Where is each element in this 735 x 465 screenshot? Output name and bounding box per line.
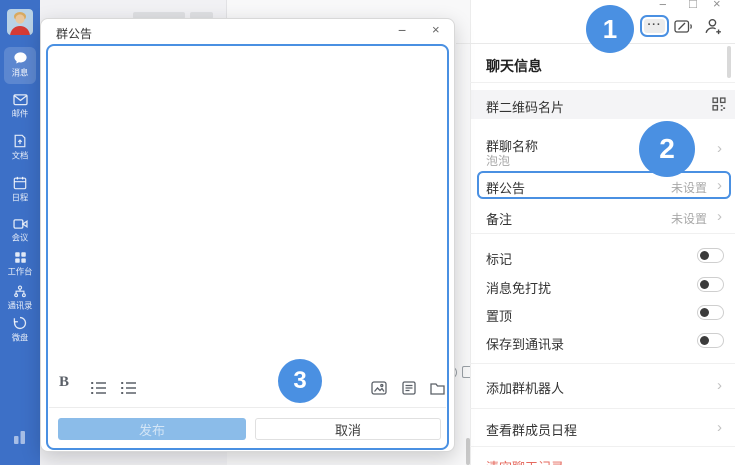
mail-icon	[0, 93, 40, 106]
stats-icon[interactable]	[12, 428, 28, 450]
sidebar-item-label: 邮件	[2, 108, 39, 120]
toggle-knob	[700, 308, 709, 317]
mark-toggle[interactable]	[697, 248, 724, 263]
contacts-icon	[0, 285, 40, 298]
sidebar-item-label: 日程	[2, 192, 39, 204]
sidebar-item-mail[interactable]: 邮件	[0, 93, 40, 120]
insert-doc-icon[interactable]	[402, 381, 416, 400]
annotation-step-1: 1	[586, 5, 634, 53]
insert-image-icon[interactable]	[371, 381, 387, 400]
toggle-knob	[700, 336, 709, 345]
calendar-icon	[0, 176, 40, 190]
sidebar-item-label: 工作台	[2, 266, 39, 278]
sidebar: 消息 邮件 文档 日程 会议	[0, 0, 40, 465]
announcement-label: 群公告	[486, 178, 525, 197]
divider	[470, 408, 735, 409]
group-announcement-row[interactable]: 群公告 未设置 ›	[470, 172, 735, 199]
docs-icon	[0, 134, 40, 148]
divider	[470, 363, 735, 364]
chevron-right-icon: ›	[717, 141, 722, 156]
sidebar-item-docs[interactable]: 文档	[0, 134, 40, 162]
divider	[470, 446, 735, 447]
ordered-list-icon[interactable]	[90, 381, 107, 400]
save-contacts-label: 保存到通讯录	[486, 334, 564, 353]
annotation-step-2: 2	[639, 121, 695, 177]
publish-button[interactable]: 发布	[58, 418, 246, 440]
dialog-close-button[interactable]: ×	[432, 22, 440, 37]
panel-divider	[226, 0, 227, 18]
sidebar-item-workbench[interactable]: 工作台	[0, 251, 40, 278]
dialog-title: 群公告	[56, 25, 92, 42]
clear-history-link[interactable]: 清空聊天记录	[486, 457, 564, 465]
qr-code-icon	[712, 97, 726, 116]
announcement-value: 未设置	[671, 179, 707, 196]
drive-icon	[0, 316, 40, 330]
note-value: 未设置	[671, 210, 707, 227]
sidebar-item-label: 微盘	[2, 332, 39, 344]
chevron-right-icon: ›	[717, 378, 722, 393]
bullet-list-icon[interactable]	[120, 381, 137, 400]
qr-card-row[interactable]: 群二维码名片	[471, 90, 735, 119]
annotation-step-3: 3	[278, 359, 322, 403]
toggle-knob	[700, 251, 709, 260]
sidebar-item-label: 通讯录	[2, 300, 39, 312]
add-robot-row[interactable]: 添加群机器人 ›	[470, 370, 735, 400]
avatar-image	[7, 9, 33, 35]
chat-bubble-icon	[0, 51, 40, 65]
sidebar-item-label: 文档	[2, 150, 39, 162]
divider	[470, 82, 735, 83]
sidebar-item-calendar[interactable]: 日程	[0, 176, 40, 204]
window-close-button[interactable]: ×	[713, 0, 721, 10]
chevron-right-icon: ›	[717, 178, 722, 193]
qr-card-label: 群二维码名片	[486, 97, 564, 116]
app-window: 消息 邮件 文档 日程 会议	[0, 0, 735, 465]
avatar[interactable]	[7, 9, 33, 35]
panel-scrollbar[interactable]	[727, 46, 731, 78]
add-robot-label: 添加群机器人	[486, 378, 564, 397]
mute-toggle[interactable]	[697, 277, 724, 292]
workbench-icon	[0, 251, 40, 264]
window-minimize-button[interactable]: −	[659, 0, 667, 11]
note-row[interactable]: 备注 未设置 ›	[470, 203, 735, 229]
mute-label: 消息免打扰	[486, 278, 551, 297]
divider	[470, 233, 735, 234]
member-schedule-label: 查看群成员日程	[486, 420, 577, 439]
chevron-right-icon: ›	[717, 209, 722, 224]
chevron-right-icon: ›	[717, 420, 722, 435]
note-label: 备注	[486, 209, 512, 228]
group-name-value: 泡泡	[486, 152, 510, 169]
group-name-row[interactable]: 群聊名称 泡泡 ›	[470, 128, 735, 166]
sidebar-item-meeting[interactable]: 会议	[0, 218, 40, 244]
mark-label: 标记	[486, 249, 512, 268]
pin-toggle[interactable]	[697, 305, 724, 320]
bold-button[interactable]: B	[59, 374, 69, 391]
sidebar-item-messages[interactable]: 消息	[0, 51, 40, 79]
save-contacts-toggle[interactable]	[697, 333, 724, 348]
dialog-divider	[49, 407, 446, 408]
video-call-icon[interactable]	[674, 19, 694, 40]
more-button-highlight: ···	[640, 15, 669, 37]
insert-file-icon[interactable]	[430, 382, 445, 400]
panel-title: 聊天信息	[486, 56, 542, 76]
add-member-icon[interactable]	[704, 17, 723, 41]
more-button[interactable]: ···	[644, 19, 665, 33]
sidebar-item-label: 消息	[2, 67, 39, 79]
sidebar-item-contacts[interactable]: 通讯录	[0, 285, 40, 312]
dialog-minimize-button[interactable]: −	[398, 22, 406, 38]
member-schedule-row[interactable]: 查看群成员日程 ›	[470, 412, 735, 442]
window-maximize-button[interactable]: □	[689, 0, 697, 10]
sidebar-item-label: 会议	[2, 232, 39, 244]
sidebar-item-drive[interactable]: 微盘	[0, 316, 40, 344]
pin-label: 置顶	[486, 306, 512, 325]
toggle-knob	[700, 280, 709, 289]
meeting-icon	[0, 218, 40, 230]
cancel-button[interactable]: 取消	[255, 418, 441, 440]
